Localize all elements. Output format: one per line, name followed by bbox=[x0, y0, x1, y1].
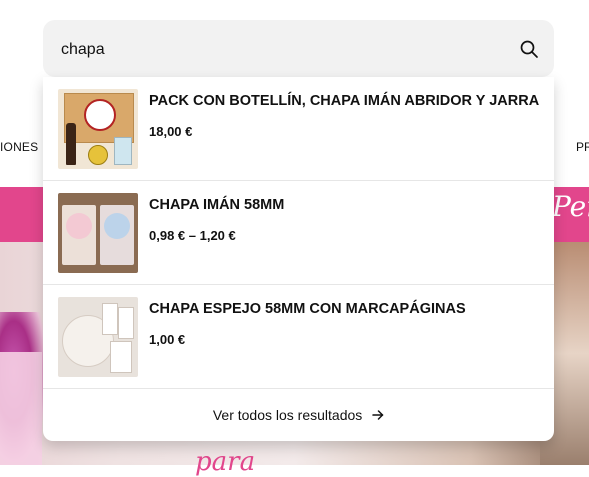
search-result-item[interactable]: CHAPA ESPEJO 58MM CON MARCAPÁGINAS 1,00 … bbox=[43, 285, 554, 389]
product-thumbnail[interactable] bbox=[58, 193, 138, 273]
product-thumbnail[interactable] bbox=[58, 297, 138, 377]
product-thumbnail[interactable] bbox=[58, 89, 138, 169]
hero-script-text: para bbox=[195, 447, 256, 477]
gift-box-graphic bbox=[0, 352, 42, 465]
search-result-item[interactable]: CHAPA IMÁN 58MM 0,98 € – 1,20 € bbox=[43, 181, 554, 285]
jar-image bbox=[114, 137, 132, 165]
result-price: 0,98 € – 1,20 € bbox=[149, 228, 236, 243]
nav-item-partial-right[interactable]: PR bbox=[576, 140, 589, 154]
bottle-cap-image bbox=[88, 145, 108, 165]
result-price: 1,00 € bbox=[149, 332, 186, 347]
badge-blue-image bbox=[104, 213, 130, 239]
bottle-image bbox=[66, 123, 76, 165]
promo-band-script-text: Per bbox=[552, 190, 589, 223]
bookmark-image bbox=[118, 307, 134, 339]
badge-pink-image bbox=[66, 213, 92, 239]
view-all-label: Ver todos los resultados bbox=[212, 407, 363, 423]
bookmark-image bbox=[102, 303, 118, 335]
search-icon[interactable] bbox=[519, 39, 539, 59]
result-price: 18,00 € bbox=[149, 124, 193, 139]
search-result-item[interactable]: PACK CON BOTELLÍN, CHAPA IMÁN ABRIDOR Y … bbox=[43, 77, 554, 181]
result-title[interactable]: CHAPA IMÁN 58MM bbox=[149, 197, 549, 213]
arrow-right-icon bbox=[372, 390, 384, 442]
bookmark-image bbox=[110, 341, 132, 373]
search-results-dropdown: PACK CON BOTELLÍN, CHAPA IMÁN ABRIDOR Y … bbox=[43, 77, 554, 441]
brand-label-image bbox=[84, 99, 116, 131]
search-bar bbox=[43, 20, 554, 77]
search-input[interactable] bbox=[59, 36, 503, 64]
result-title[interactable]: CHAPA ESPEJO 58MM CON MARCAPÁGINAS bbox=[149, 301, 549, 317]
view-all-results-link[interactable]: Ver todos los resultados bbox=[43, 389, 554, 441]
nav-item-partial-left[interactable]: IONES bbox=[0, 140, 38, 154]
result-title[interactable]: PACK CON BOTELLÍN, CHAPA IMÁN ABRIDOR Y … bbox=[149, 93, 549, 109]
